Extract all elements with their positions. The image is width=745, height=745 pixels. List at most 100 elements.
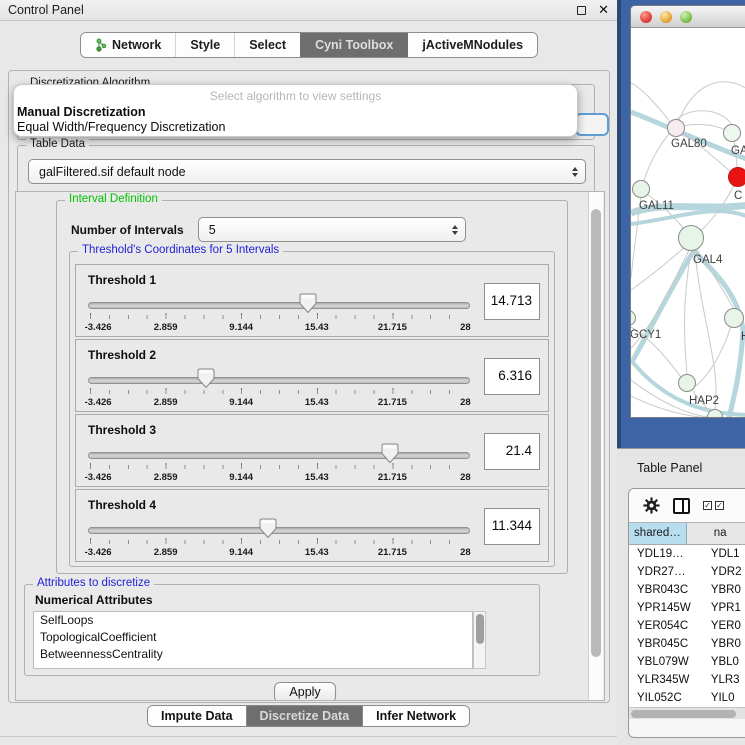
close-icon[interactable]: ✕: [598, 5, 609, 15]
network-tree-icon: [95, 38, 107, 52]
tab-cyni-toolbox[interactable]: Cyni Toolbox: [300, 33, 407, 57]
zoom-traffic-light-icon[interactable]: [680, 11, 692, 23]
table-row[interactable]: YIL052C YIL0: [629, 689, 745, 707]
scrollbar-thumb[interactable]: [476, 614, 484, 644]
threshold-slider[interactable]: -3.426 2.859 9.144 15.43 21.715 28: [88, 366, 470, 410]
list-scrollbar[interactable]: [473, 611, 486, 669]
list-item[interactable]: SelfLoops: [34, 612, 472, 629]
table-row[interactable]: YER054C YER0: [629, 617, 745, 635]
slider-minor-ticks: [90, 540, 468, 544]
split-column-icon[interactable]: [673, 498, 690, 514]
number-of-intervals-label: Number of Intervals: [71, 223, 184, 237]
table-row[interactable]: YLR345W YLR3: [629, 671, 745, 689]
network-node[interactable]: [723, 124, 741, 142]
table-panel-title: Table Panel: [637, 461, 702, 475]
threshold-label: Threshold 1: [88, 273, 156, 287]
number-of-intervals-value: 5: [209, 223, 216, 237]
threshold-value-field[interactable]: 21.4: [484, 433, 540, 470]
table-panel: Table Panel: [617, 448, 745, 745]
tab-network[interactable]: Network: [81, 33, 175, 57]
settings-scrollpane: Interval Definition Number of Intervals …: [15, 191, 605, 701]
tab-impute-data[interactable]: Impute Data: [148, 706, 246, 726]
slider-track[interactable]: [88, 302, 470, 309]
table-row[interactable]: YDL19… YDL1: [629, 545, 745, 563]
network-node[interactable]: [678, 374, 696, 392]
network-node[interactable]: [632, 180, 650, 198]
close-traffic-light-icon[interactable]: [640, 11, 652, 23]
minimize-traffic-light-icon[interactable]: [660, 11, 672, 23]
node-table-window: ✓✓ shared… na YDL19… YDL1 YDR27… YDR2: [628, 488, 745, 738]
control-panel-titlebar: Control Panel ✕: [0, 0, 617, 21]
slider-track[interactable]: [88, 452, 470, 459]
table-horizontal-scrollbar[interactable]: [629, 707, 745, 719]
combo-stepper-icon: [572, 167, 578, 177]
gear-icon[interactable]: [643, 497, 660, 514]
table-body[interactable]: YDL19… YDL1 YDR27… YDR2 YBR043C YBR0: [629, 545, 745, 707]
table-row[interactable]: YBR045C YBR0: [629, 635, 745, 653]
group-title: Table Data: [26, 138, 89, 150]
column-header-name[interactable]: na: [687, 523, 745, 544]
slider-track[interactable]: [88, 527, 470, 534]
network-node[interactable]: [667, 119, 685, 137]
scrollbar-thumb[interactable]: [591, 209, 601, 657]
table-row[interactable]: YBR043C YBR0: [629, 581, 745, 599]
network-node[interactable]: [728, 167, 745, 187]
dropdown-option-manual[interactable]: Manual Discretization: [14, 105, 577, 120]
tab-style[interactable]: Style: [175, 33, 234, 57]
control-panel-title: Control Panel: [8, 3, 577, 17]
dropdown-hint: Select algorithm to view settings: [14, 89, 577, 105]
number-of-intervals-combobox[interactable]: 5: [198, 217, 466, 242]
threshold-panel: Threshold 1 -3.426 2.859 9.144 15.43: [75, 264, 549, 337]
slider-tick-labels: -3.426 2.859 9.144 15.43 21.715 28: [90, 472, 468, 484]
float-window-icon[interactable]: [577, 6, 586, 15]
network-node-label: H: [741, 331, 745, 343]
algorithm-combobox-focused-edge[interactable]: [575, 113, 609, 136]
tab-label: Style: [190, 38, 220, 52]
network-canvas[interactable]: GAL80 GA C GAL11 GAL4 GCY1 H HAP: [631, 28, 745, 418]
slider-thumb-icon[interactable]: [197, 368, 215, 389]
network-node[interactable]: [707, 409, 723, 418]
control-panel-tabs: Network Style Select Cyni Toolbox jActiv…: [80, 32, 538, 58]
threshold-slider[interactable]: -3.426 2.859 9.144 15.43 21.715 28: [88, 516, 470, 560]
table-data-combobox[interactable]: galFiltered.sif default node: [28, 159, 586, 184]
threshold-value-field[interactable]: 6.316: [484, 358, 540, 395]
table-header-row: shared… na: [629, 522, 745, 545]
tab-discretize-data[interactable]: Discretize Data: [246, 706, 363, 726]
network-node-label: GAL80: [671, 138, 707, 150]
apply-button[interactable]: Apply: [274, 682, 336, 701]
slider-tick-labels: -3.426 2.859 9.144 15.43 21.715 28: [90, 397, 468, 409]
threshold-slider[interactable]: -3.426 2.859 9.144 15.43 21.715 28: [88, 441, 470, 485]
scrollbar-thumb[interactable]: [631, 710, 736, 718]
interval-definition-group: Interval Definition Number of Intervals …: [56, 200, 568, 574]
slider-track[interactable]: [88, 377, 470, 384]
threshold-slider[interactable]: -3.426 2.859 9.144 15.43 21.715 28: [88, 291, 470, 335]
numerical-attributes-list[interactable]: SelfLoops TopologicalCoefficient Between…: [33, 611, 473, 669]
tab-jactivemnodules[interactable]: jActiveMNodules: [407, 33, 537, 57]
settings-scrollbar[interactable]: [588, 192, 603, 700]
list-item[interactable]: BetweennessCentrality: [34, 646, 472, 663]
network-node[interactable]: [678, 225, 704, 251]
tab-select[interactable]: Select: [234, 33, 300, 57]
table-row[interactable]: YDR27… YDR2: [629, 563, 745, 581]
slider-thumb-icon[interactable]: [381, 443, 399, 464]
threshold-value-field[interactable]: 14.713: [484, 283, 540, 320]
network-node-label: GAL11: [639, 200, 674, 212]
cyni-bottom-tabs: Impute Data Discretize Data Infer Networ…: [147, 705, 470, 727]
tab-label: Cyni Toolbox: [315, 38, 393, 52]
table-toolbar: ✓✓: [629, 489, 745, 522]
table-row[interactable]: YPR145W YPR1: [629, 599, 745, 617]
list-item[interactable]: TopologicalCoefficient: [34, 629, 472, 646]
slider-thumb-icon[interactable]: [299, 293, 317, 314]
dropdown-option-equal-width[interactable]: Equal Width/Frequency Discretization: [14, 120, 577, 135]
checkboxes-icon[interactable]: ✓✓: [703, 501, 724, 510]
table-row[interactable]: YBL079W YBL0: [629, 653, 745, 671]
network-node-label: C: [734, 190, 742, 202]
threshold-value-field[interactable]: 11.344: [484, 508, 540, 545]
threshold-label: Threshold 2: [88, 348, 156, 362]
network-node[interactable]: [724, 308, 744, 328]
slider-thumb-icon[interactable]: [259, 518, 277, 539]
column-header-shared-name[interactable]: shared…: [629, 523, 687, 544]
slider-minor-ticks: [90, 390, 468, 394]
slider-minor-ticks: [90, 465, 468, 469]
tab-infer-network[interactable]: Infer Network: [362, 706, 469, 726]
